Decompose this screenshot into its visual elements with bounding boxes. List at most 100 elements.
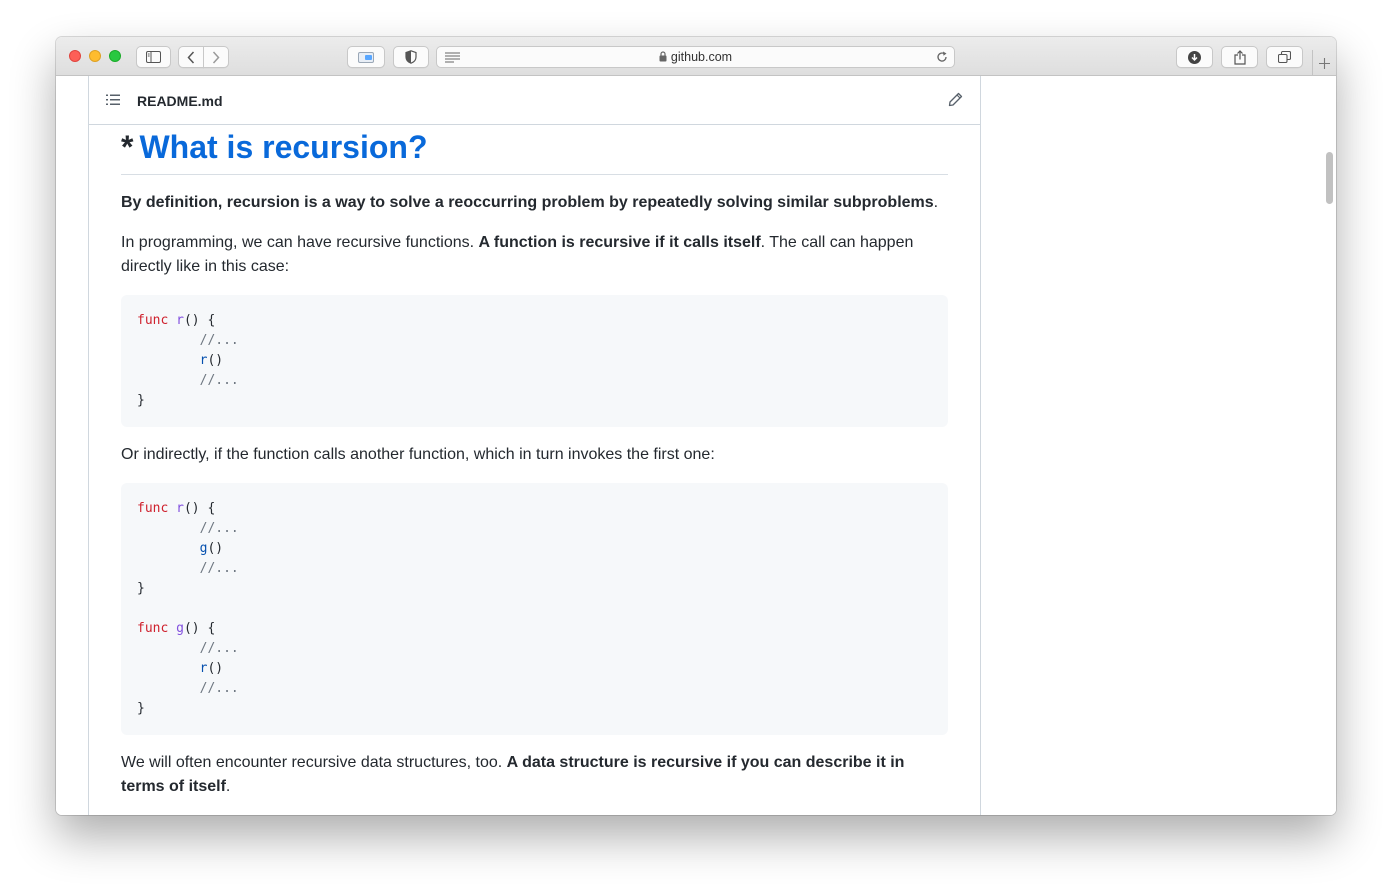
code-comment: //... — [199, 561, 239, 576]
heading-prefix: * — [121, 129, 134, 165]
url-text: github.com — [670, 50, 733, 64]
code-comment: //... — [199, 681, 239, 696]
extension-button[interactable] — [347, 46, 385, 68]
code-line: } — [137, 579, 932, 599]
code-keyword: func — [137, 501, 169, 516]
file-header: README.md — [89, 76, 980, 125]
code-line: //... — [137, 639, 932, 659]
paragraph-data-structures: We will often encounter recursive data s… — [121, 751, 948, 799]
privacy-shield-icon — [405, 50, 417, 64]
code-punctuation: () { — [183, 621, 216, 636]
scrollbar-thumb[interactable] — [1326, 152, 1333, 204]
code-line: //... — [137, 331, 932, 351]
zoom-window-button[interactable] — [109, 50, 121, 62]
sidebar-icon — [146, 51, 161, 63]
code-block-indirect: func r() { //... g() //...} func g() { //… — [121, 483, 948, 735]
privacy-report-button[interactable] — [393, 46, 429, 68]
code-function-name: g — [176, 621, 184, 636]
definition-bold-text: By definition, recursion is a way to sol… — [121, 194, 934, 211]
recursive-functions-bold: A function is recursive if it calls itse… — [478, 234, 761, 251]
code-closing-brace: } — [137, 581, 145, 596]
heading-link[interactable]: What is recursion? — [139, 129, 427, 165]
paragraph-definition: By definition, recursion is a way to sol… — [121, 191, 948, 215]
code-function-name: r — [176, 313, 184, 328]
forward-button[interactable] — [203, 46, 229, 68]
paragraph-indirect: Or indirectly, if the function calls ano… — [121, 446, 715, 463]
tabs-icon — [1278, 51, 1291, 63]
code-punctuation: () — [207, 661, 224, 676]
reload-icon[interactable] — [936, 51, 948, 63]
code-line: //... — [137, 679, 932, 699]
minimize-window-button[interactable] — [89, 50, 101, 62]
code-line: } — [137, 391, 932, 411]
paragraph-recursive-functions: In programming, we can have recursive fu… — [121, 231, 948, 279]
code-comment: //... — [199, 333, 239, 348]
readme-heading: * What is recursion? — [121, 129, 948, 175]
code-comment: //... — [199, 521, 239, 536]
code-line: func r() { — [137, 311, 932, 331]
code-comment: //... — [199, 641, 239, 656]
back-button[interactable] — [178, 46, 204, 68]
sidebar-button[interactable] — [136, 46, 171, 68]
code-line: func r() { — [137, 499, 932, 519]
new-tab-icon — [1319, 57, 1330, 69]
code-line: //... — [137, 559, 932, 579]
data-structures-end: . — [225, 778, 231, 795]
code-line: r() — [137, 659, 932, 679]
code-line: g() — [137, 539, 932, 559]
code-line: } — [137, 699, 932, 719]
forward-icon — [212, 50, 220, 64]
code-line: //... — [137, 519, 932, 539]
code-keyword: func — [137, 313, 169, 328]
lock-icon — [659, 51, 667, 62]
definition-end: . — [933, 194, 939, 211]
share-button[interactable] — [1221, 46, 1258, 68]
code-punctuation: () — [207, 353, 224, 368]
back-icon — [187, 50, 195, 64]
code-line: func g() { — [137, 619, 932, 639]
data-structures-start: We will often encounter recursive data s… — [121, 754, 507, 771]
code-line: //... — [137, 371, 932, 391]
pencil-icon[interactable] — [948, 92, 963, 107]
code-closing-brace: } — [137, 393, 145, 408]
code-function-name: r — [176, 501, 184, 516]
page-viewport: README.md * What is recursion? By definit… — [56, 76, 1336, 815]
code-punctuation: () { — [183, 501, 216, 516]
list-icon[interactable] — [106, 94, 120, 106]
file-name[interactable]: README.md — [137, 93, 223, 109]
code-punctuation: () — [207, 541, 224, 556]
url-text-container: github.com — [437, 50, 954, 64]
close-window-button[interactable] — [69, 50, 81, 62]
downloads-button[interactable] — [1176, 46, 1213, 68]
code-punctuation: () { — [183, 313, 216, 328]
share-icon — [1233, 49, 1246, 65]
code-comment: //... — [199, 373, 239, 388]
new-tab-button[interactable] — [1312, 50, 1336, 76]
extension-icon — [358, 52, 374, 63]
readme-file-box: README.md * What is recursion? By definit… — [88, 76, 981, 815]
address-bar[interactable]: github.com — [436, 46, 955, 68]
page-scrollbar[interactable] — [1322, 76, 1336, 815]
recursive-functions-start: In programming, we can have recursive fu… — [121, 234, 479, 251]
download-icon — [1188, 50, 1201, 64]
tab-overview-button[interactable] — [1266, 46, 1303, 68]
code-line: r() — [137, 351, 932, 371]
code-keyword: func — [137, 621, 169, 636]
code-closing-brace: } — [137, 701, 145, 716]
browser-window: github.com README.md * What is recursion… — [56, 37, 1336, 815]
code-block-direct: func r() { //... r() //...} — [121, 295, 948, 427]
browser-toolbar: github.com — [56, 37, 1336, 76]
